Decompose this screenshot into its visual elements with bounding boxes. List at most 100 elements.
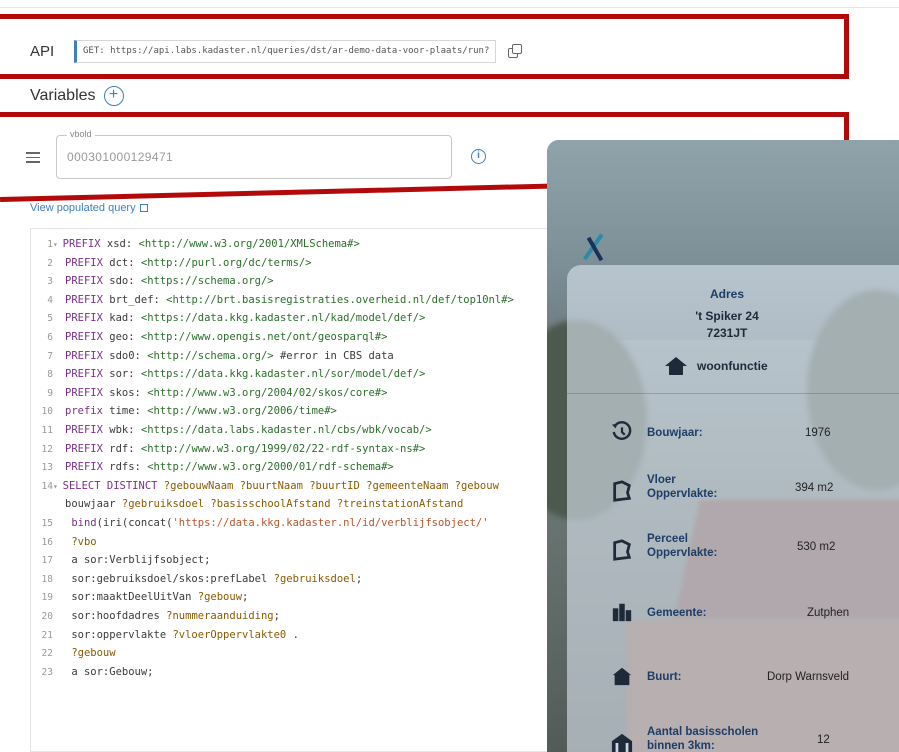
- code-text: sor:hoofdadres ?nummeraanduiding;: [65, 610, 280, 622]
- kadaster-logo-icon: [583, 228, 623, 262]
- prop-gemeente: Gemeente: Zutphen: [567, 595, 899, 635]
- line-number: 11: [41, 425, 53, 436]
- code-text: a sor:Verblijfsobject;: [65, 554, 211, 567]
- basisscholen-value: 12: [817, 734, 830, 746]
- history-icon: [611, 421, 632, 440]
- code-text: sor:gebruiksdoel/skos:prefLabel ?gebruik…: [65, 572, 363, 585]
- perceel-label-1: Perceel: [647, 533, 688, 545]
- code-text: prefix time: <http://www.w3.org/2006/tim…: [65, 405, 337, 418]
- code-line[interactable]: 19 sor:maaktDeelUitVan ?gebouw;: [31, 588, 561, 606]
- code-line[interactable]: 3 PREFIX sdo: <https://schema.org/>: [31, 272, 561, 290]
- prop-perceeloppervlakte: Perceel Oppervlakte: 530 m2: [567, 529, 899, 569]
- code-line[interactable]: 14▾ SELECT DISTINCT ?gebouwNaam ?buurtNa…: [31, 477, 561, 495]
- code-line[interactable]: 16 ?vbo: [31, 533, 561, 551]
- perceel-value: 530 m2: [797, 541, 836, 553]
- adres-street: 't Spiker 24: [695, 309, 759, 323]
- code-text: PREFIX sdo0: <http://schema.org/> #error…: [65, 349, 394, 362]
- card-divider: [567, 393, 899, 394]
- line-number: 21: [41, 629, 53, 641]
- prop-vloeroppervlakte: Vloer Oppervlakte: 394 m2: [567, 470, 899, 510]
- line-number: 8: [47, 369, 53, 381]
- house-icon: [665, 357, 687, 375]
- vloer-label-1: Vloer: [647, 474, 676, 486]
- fold-toggle-icon[interactable]: ▾: [53, 240, 63, 249]
- prop-bouwjaar: Bouwjaar: 1976: [567, 415, 899, 455]
- top-divider: [0, 0, 899, 8]
- code-text: PREFIX sdo: <https://schema.org/>: [65, 275, 274, 288]
- code-line[interactable]: 12 PREFIX rdf: <http://www.w3.org/1999/02…: [31, 440, 561, 458]
- basisscholen-label-2: binnen 3km:: [647, 740, 715, 752]
- line-number: 2: [47, 257, 53, 269]
- code-line[interactable]: 21 sor:oppervlakte ?vloerOppervlakte0 .: [31, 626, 561, 644]
- gemeente-value: Zutphen: [807, 607, 850, 619]
- code-text: bouwjaar ?gebruiksdoel ?basisschoolAfsta…: [65, 498, 464, 511]
- code-line[interactable]: 22 ?gebouw: [31, 644, 561, 662]
- line-number: 13: [41, 462, 53, 474]
- gebruiksfunctie: woonfunctie: [697, 359, 768, 373]
- query-page: API GET: https://api.labs.kadaster.nl/qu…: [0, 0, 899, 752]
- vloer-label-2: Oppervlakte:: [647, 488, 718, 500]
- code-text: PREFIX dct: <http://purl.org/dc/terms/>: [65, 256, 312, 269]
- code-text: sor:maaktDeelUitVan ?gebouw;: [65, 591, 249, 604]
- line-number: 7: [47, 350, 53, 362]
- fold-toggle-icon[interactable]: ▾: [53, 482, 63, 491]
- code-line[interactable]: 6 PREFIX geo: <http://www.opengis.net/ont…: [31, 328, 561, 346]
- add-variable-icon[interactable]: +: [103, 86, 124, 106]
- code-text: a sor:Gebouw;: [65, 665, 154, 678]
- code-editor[interactable]: 1▾ PREFIX xsd: <http://www.w3.org/2001/X…: [30, 228, 562, 752]
- code-line[interactable]: bouwjaar ?gebruiksdoel ?basisschoolAfsta…: [31, 495, 561, 513]
- code-line[interactable]: 15 bind(iri(concat('https://data.kkg.kad…: [31, 514, 561, 532]
- code-text: PREFIX sor: <https://data.kkg.kadaster.n…: [65, 368, 426, 381]
- code-line[interactable]: 11 PREFIX wbk: <https://data.labs.kadaste…: [31, 421, 561, 439]
- code-line[interactable]: 10 prefix time: <http://www.w3.org/2006/t…: [31, 402, 561, 420]
- line-number: 3: [47, 276, 53, 288]
- basisscholen-label-1: Aantal basisscholen: [647, 726, 759, 738]
- code-line[interactable]: 17 a sor:Verblijfsobject;: [31, 551, 561, 569]
- variables-header: Variables +: [30, 86, 124, 106]
- line-number: 19: [41, 592, 53, 604]
- line-number: 4: [47, 294, 53, 306]
- code-text: ?vbo: [71, 535, 97, 548]
- code-line[interactable]: 7 PREFIX sdo0: <http://schema.org/> #erro…: [31, 347, 561, 365]
- code-text: bind(iri(concat('https://data.kkg.kadast…: [71, 517, 489, 529]
- neighborhood-icon: [612, 667, 632, 686]
- code-text: PREFIX rdfs: <http://www.w3.org/2000/01/…: [65, 461, 394, 474]
- mobile-ar-overlay: Adres 't Spiker 24 7231JT woonfunctie Bo…: [547, 140, 899, 752]
- line-number: 23: [41, 666, 53, 678]
- gemeente-label: Gemeente:: [647, 607, 707, 619]
- code-line[interactable]: 2 PREFIX dct: <http://purl.org/dc/terms/>: [31, 254, 561, 272]
- adres-title: Adres: [709, 287, 744, 301]
- code-line[interactable]: 5 PREFIX kad: <https://data.kkg.kadaster.…: [31, 309, 561, 327]
- variables-label: Variables: [30, 87, 96, 104]
- area-icon: [613, 539, 632, 561]
- line-number: 15: [41, 518, 53, 529]
- highlight-frame-api: [0, 14, 849, 79]
- code-line[interactable]: 18 sor:gebruiksdoel/skos:prefLabel ?gebr…: [31, 570, 561, 588]
- address-header: Adres 't Spiker 24 7231JT woonfunctie: [567, 265, 899, 395]
- property-card: Adres 't Spiker 24 7231JT woonfunctie Bo…: [567, 265, 899, 752]
- prop-buurt: Buurt: Dorp Warnsveld: [567, 659, 899, 699]
- line-number: 12: [41, 443, 53, 455]
- buurt-value: Dorp Warnsveld: [767, 671, 850, 683]
- code-text: PREFIX brt_def: <http://brt.basisregistr…: [65, 293, 514, 306]
- buurt-label: Buurt:: [647, 671, 682, 683]
- bouwjaar-label: Bouwjaar:: [647, 427, 703, 439]
- code-line[interactable]: 8 PREFIX sor: <https://data.kkg.kadaster.…: [31, 365, 561, 383]
- line-number: 16: [41, 536, 53, 548]
- line-number: 20: [41, 611, 53, 622]
- line-number: 10: [41, 406, 53, 418]
- code-line[interactable]: 20 sor:hoofdadres ?nummeraanduiding;: [31, 607, 561, 625]
- code-text: ?gebouw: [71, 647, 116, 660]
- code-text: PREFIX skos: <http://www.w3.org/2004/02/…: [65, 386, 388, 399]
- code-line[interactable]: 4 PREFIX brt_def: <http://brt.basisregist…: [31, 291, 561, 309]
- code-line[interactable]: 9 PREFIX skos: <http://www.w3.org/2004/02…: [31, 384, 561, 402]
- code-text: sor:oppervlakte ?vloerOppervlakte0 .: [65, 628, 299, 641]
- code-line[interactable]: 1▾ PREFIX xsd: <http://www.w3.org/2001/X…: [31, 235, 561, 253]
- code-line[interactable]: 13 PREFIX rdfs: <http://www.w3.org/2000/0…: [31, 458, 561, 476]
- line-number: 22: [41, 648, 53, 660]
- line-number: 18: [41, 573, 53, 585]
- prop-basisscholen: Aantal basisscholen binnen 3km: 12: [567, 720, 899, 752]
- code-text: SELECT DISTINCT ?gebouwNaam ?buurtNaam ?…: [62, 479, 499, 492]
- perceel-label-2: Oppervlakte:: [647, 547, 718, 559]
- code-line[interactable]: 23 a sor:Gebouw;: [31, 663, 561, 681]
